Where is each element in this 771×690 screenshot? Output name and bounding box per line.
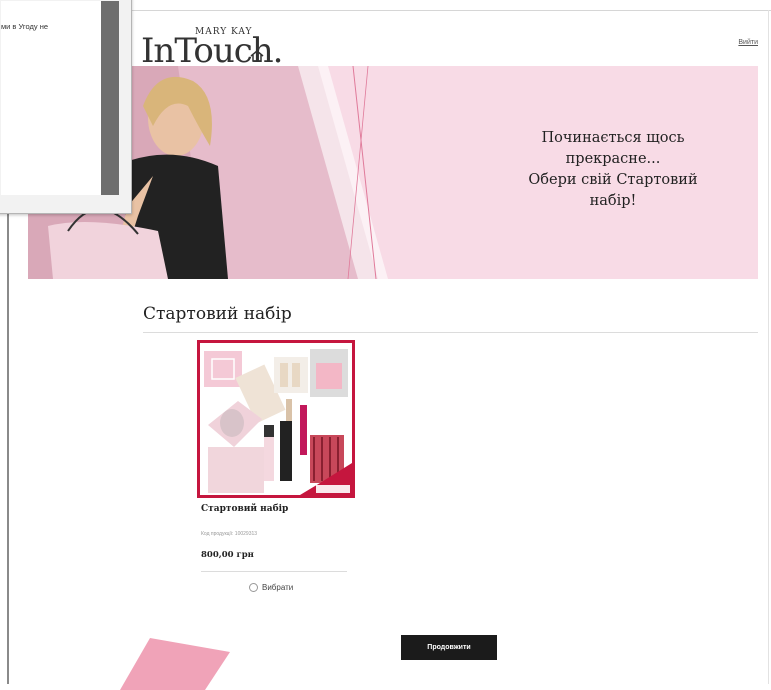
home-icon[interactable] [249, 49, 265, 63]
popup-text: ми в Угоду не [1, 22, 49, 31]
product-divider [201, 571, 347, 572]
section-title: Стартовий набір [143, 304, 292, 324]
section-divider [143, 332, 758, 333]
hero-line-3: Обери свій Стартовий [528, 172, 698, 188]
frame-left-border [7, 210, 9, 684]
popup-content: ми в Угоду не [1, 1, 119, 195]
frame-right-border [768, 10, 769, 684]
product-name[interactable]: Стартовий набір [201, 504, 288, 514]
hero-line-1: Починається щось [541, 130, 685, 146]
hero-banner: Починається щось прекрасне... Обери свій… [28, 66, 758, 279]
select-radio[interactable] [249, 583, 258, 592]
pointer-arrow-icon [120, 638, 230, 690]
starter-kit-illustration [200, 343, 352, 495]
intouch-logo[interactable]: MARY KAY InTouch. [141, 27, 283, 71]
product-code: Код продукції: 10029313 [201, 531, 258, 537]
frame-top-border [130, 10, 771, 11]
logout-link[interactable]: Вийти [738, 39, 758, 46]
product-card: Стартовий набір Код продукції: 10029313 … [197, 340, 355, 592]
select-option[interactable]: Вибрати [249, 583, 293, 592]
select-label: Вибрати [262, 583, 294, 592]
popup-dialog: ми в Угоду не [0, 0, 132, 214]
hero-line-2: прекрасне... [565, 151, 661, 167]
product-image[interactable] [197, 340, 355, 498]
hero-text: Починається щось прекрасне... Обери свій… [498, 128, 728, 212]
hero-line-4: набір! [589, 193, 637, 209]
continue-button[interactable]: Продовжити [401, 635, 497, 660]
product-price: 800,00 грн [201, 550, 254, 560]
site-header: MARY KAY InTouch. Вийти [28, 15, 758, 69]
